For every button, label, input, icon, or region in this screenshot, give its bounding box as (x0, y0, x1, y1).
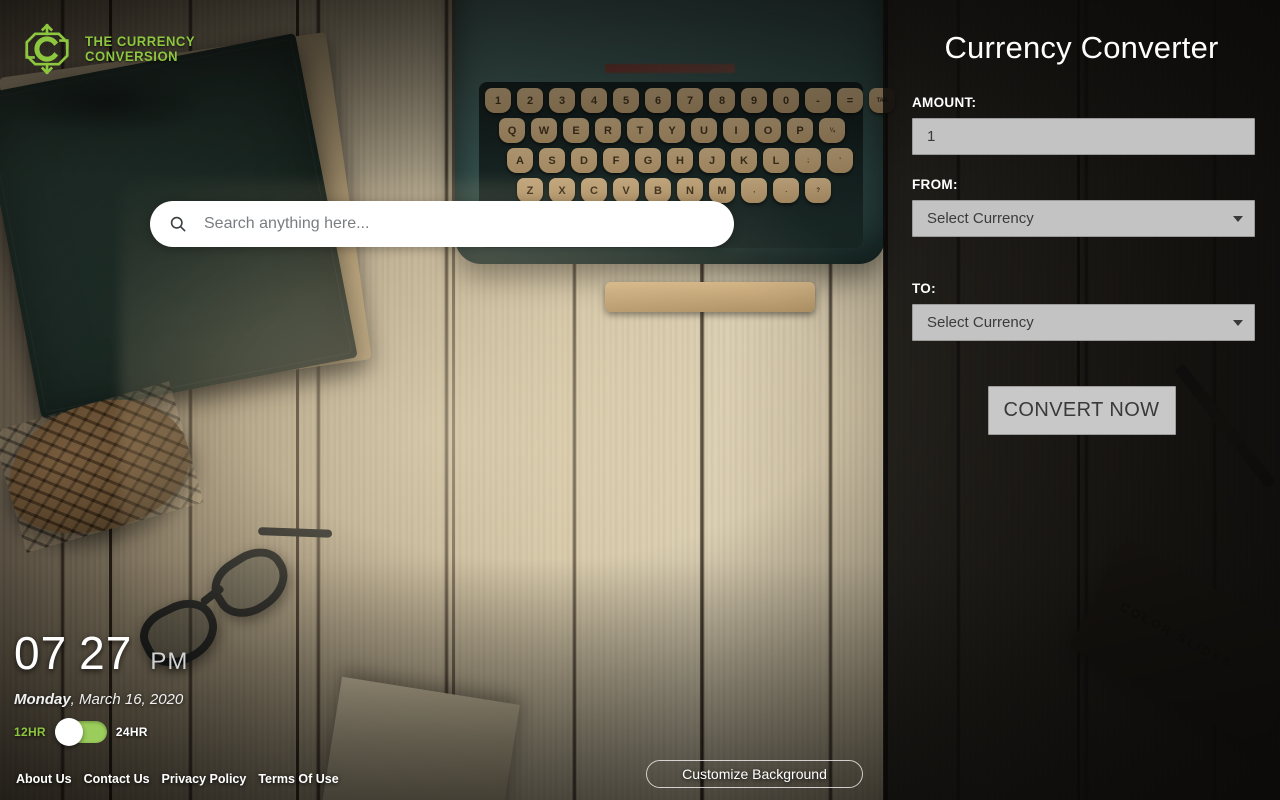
search-bar[interactable] (150, 201, 734, 247)
toggle-label-12hr: 12HR (14, 725, 46, 739)
currency-conversion-logo-icon (20, 22, 74, 76)
footer-link-about-us[interactable]: About Us (16, 772, 72, 786)
clock-minutes: 27 (79, 627, 133, 679)
brand-line-1: THE CURRENCY (85, 33, 196, 50)
brand-logo-text: THE CURRENCY CONVERSION (85, 34, 203, 63)
search-icon (168, 214, 188, 234)
from-currency-select-value[interactable]: Select Currency (912, 200, 1255, 237)
brand-line-2: CONVERSION (85, 48, 179, 64)
clock-widget: 07 27 PM Monday, March 16, 2020 12HR 24H… (14, 630, 188, 746)
page-title: Currency Converter (944, 30, 1219, 65)
time-format-switch[interactable] (54, 718, 107, 746)
footer-link-terms-of-use[interactable]: Terms Of Use (258, 772, 338, 786)
amount-label: AMOUNT: (912, 95, 977, 110)
to-currency-select-value[interactable]: Select Currency (912, 304, 1255, 341)
to-currency-select[interactable]: Select Currency (912, 304, 1255, 341)
clock-date-day: Monday (14, 691, 71, 708)
brand-logo[interactable]: THE CURRENCY CONVERSION (20, 22, 203, 76)
clock-hours: 07 (14, 627, 68, 679)
toggle-label-24hr: 24HR (115, 725, 148, 739)
new-tab-page: 1 2 3 4 5 6 7 8 9 0 - = TAB Q W (0, 0, 1280, 800)
chevron-down-icon (1233, 215, 1243, 222)
amount-input[interactable] (912, 118, 1255, 155)
footer-link-privacy-policy[interactable]: Privacy Policy (162, 772, 247, 786)
from-currency-select[interactable]: Select Currency (912, 200, 1255, 237)
currency-converter-panel: Currency Converter AMOUNT: FROM: Select … (883, 0, 1280, 800)
time-format-toggle[interactable]: 12HR 24HR (14, 718, 188, 746)
clock-meridiem: PM (150, 648, 189, 675)
clock-date-rest: , March 16, 2020 (70, 691, 184, 708)
convert-now-button[interactable]: CONVERT NOW (987, 386, 1176, 435)
from-label: FROM: (912, 177, 958, 192)
search-input[interactable] (204, 215, 716, 233)
clock-date: Monday, March 16, 2020 (14, 691, 188, 708)
clock-time: 07 27 PM (14, 630, 188, 676)
customize-background-button[interactable]: Customize Background (646, 760, 863, 788)
switch-knob[interactable] (54, 718, 83, 746)
chevron-down-icon (1233, 319, 1243, 326)
footer-links: About Us Contact Us Privacy Policy Terms… (16, 772, 339, 786)
footer-link-contact-us[interactable]: Contact Us (84, 772, 150, 786)
to-label: TO: (912, 281, 936, 296)
